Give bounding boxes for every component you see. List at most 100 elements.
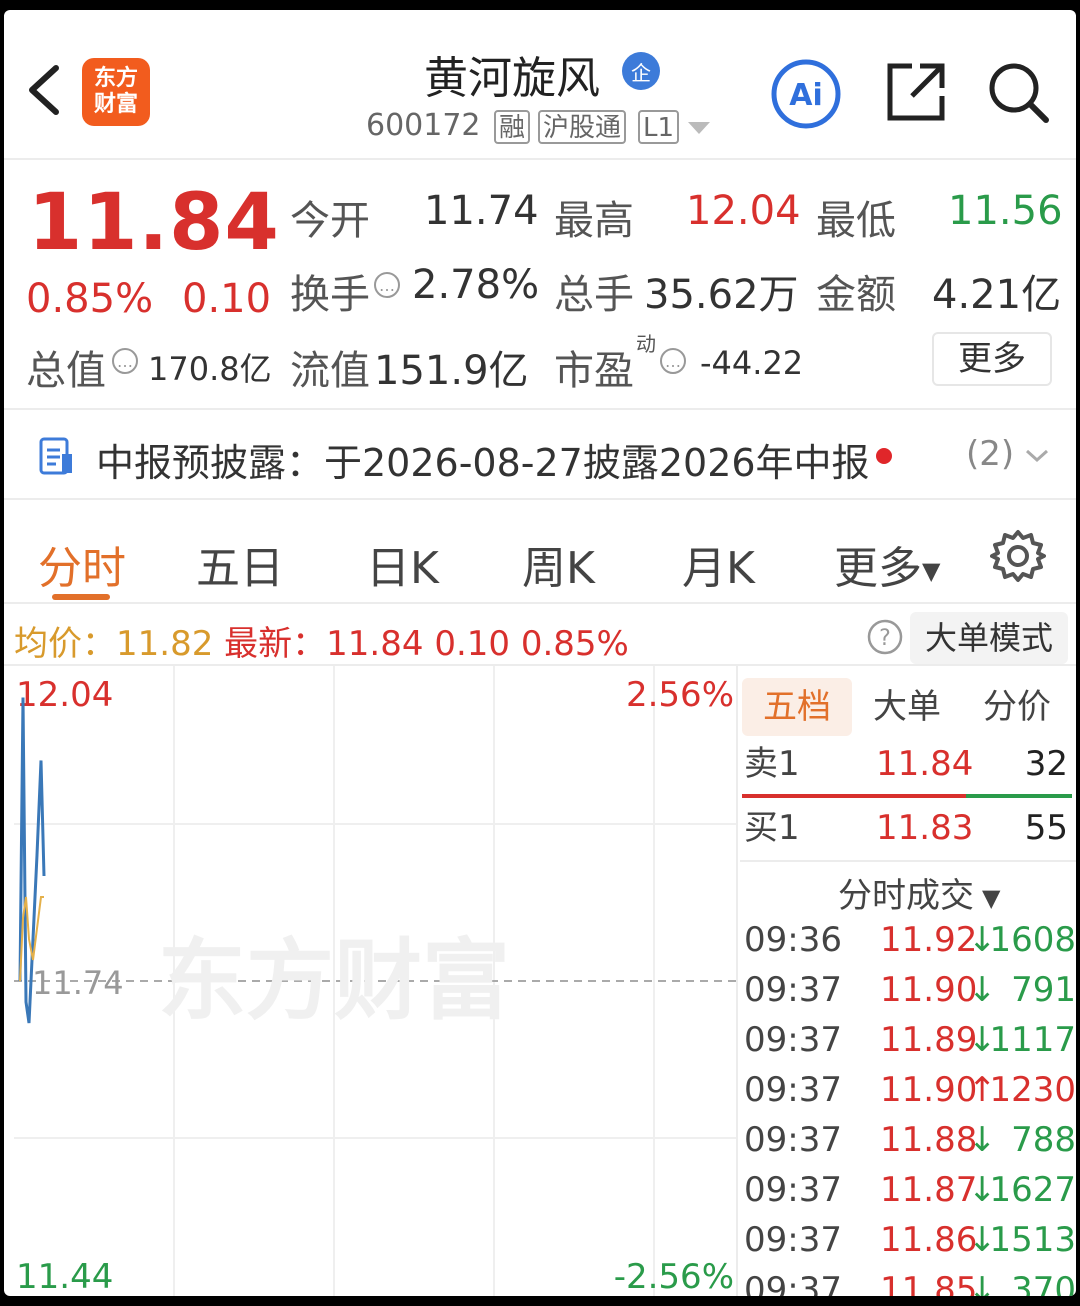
tab-monthly-k[interactable]: 月K <box>682 532 755 596</box>
sell-ratio-bar <box>742 794 967 798</box>
notice-divider <box>4 498 1076 500</box>
trade-time: 09:37 <box>744 1020 842 1060</box>
tabs-divider <box>4 602 1076 604</box>
notice-count[interactable]: (2) <box>966 434 1014 474</box>
intraday-info-row: 均价：11.82 最新：11.84 0.10 0.85% <box>14 616 629 665</box>
enterprise-badge: 企 <box>622 52 660 90</box>
trade-price: 11.92 <box>880 920 978 960</box>
avg-value: 11.82 <box>116 624 214 664</box>
margin-tag: 融 <box>494 110 531 144</box>
trade-time: 09:36 <box>744 920 842 960</box>
intraday-chart[interactable]: 东方财富 11.74 12.04 2.56% 11.44 -2.56% <box>14 666 736 1296</box>
volume-value: 35.62万 <box>644 272 799 318</box>
trade-row: 09:37 11.88 ↓ 788 <box>742 1116 1076 1164</box>
trade-volume: 791 <box>1011 970 1076 1010</box>
trade-time: 09:37 <box>744 1170 842 1210</box>
trade-price: 11.89 <box>880 1020 978 1060</box>
trade-time: 09:37 <box>744 1070 842 1110</box>
total-cap-info-icon[interactable]: … <box>112 348 138 374</box>
arrow-down-icon: ↓ <box>968 1270 997 1296</box>
sell1-price: 11.84 <box>876 744 974 784</box>
trade-price: 11.86 <box>880 1220 978 1260</box>
trade-volume: 788 <box>1011 1120 1076 1160</box>
pct-min-label: -2.56% <box>614 1257 734 1296</box>
share-icon[interactable] <box>884 60 948 124</box>
latest-value: 11.84 <box>326 624 424 664</box>
big-order-mode-button[interactable]: 大单模式 <box>910 612 1068 664</box>
pe-label: 市盈 <box>554 348 634 394</box>
quote-divider <box>4 408 1076 410</box>
float-cap-label: 流值 <box>290 348 370 394</box>
svg-text:Ai: Ai <box>789 78 823 113</box>
high-value: 12.04 <box>686 188 801 234</box>
sell1-row: 卖1 11.84 32 <box>742 736 1072 792</box>
arrow-down-icon: ↓ <box>968 970 997 1010</box>
gear-icon[interactable] <box>990 528 1046 584</box>
arrow-down-icon: ↓ <box>968 1120 997 1160</box>
tab-indicator <box>52 594 110 600</box>
logo-line2: 财富 <box>93 92 138 117</box>
trade-volume: 1608 <box>989 920 1076 960</box>
trade-volume: 1230 <box>989 1070 1076 1110</box>
trade-volume: 1627 <box>989 1170 1076 1210</box>
trade-volume: 1117 <box>989 1020 1076 1060</box>
more-quote-button[interactable]: 更多 <box>932 332 1052 386</box>
stock-detail-screen: 东方 财富 黄河旋风 企 600172 融 沪股通 L1 Ai 11.84 0.… <box>4 10 1076 1296</box>
caret-down-icon[interactable] <box>688 122 710 134</box>
trade-time: 09:37 <box>744 1220 842 1260</box>
buy1-label: 买1 <box>744 808 800 848</box>
y-min-label: 11.44 <box>16 1257 113 1296</box>
trade-time: 09:37 <box>744 1120 842 1160</box>
chevron-down-icon[interactable] <box>1024 446 1050 466</box>
current-price: 11.84 <box>28 178 280 268</box>
latest-label: 最新： <box>224 624 327 664</box>
info-change-pct: 0.85% <box>520 624 629 664</box>
tab-daily-k[interactable]: 日K <box>366 532 439 596</box>
unread-dot <box>876 448 892 464</box>
ref-price-label: 11.74 <box>32 964 124 1002</box>
trade-row: 09:37 11.86 ↓ 1513 <box>742 1216 1076 1264</box>
trade-volume: 370 <box>1011 1270 1076 1296</box>
app-logo[interactable]: 东方 财富 <box>82 58 150 126</box>
level-tag: L1 <box>638 110 680 144</box>
caret-down-icon: ▼ <box>982 883 1001 912</box>
tab-intraday[interactable]: 分时 <box>38 532 126 596</box>
low-value: 11.56 <box>948 188 1063 234</box>
help-icon[interactable]: ? <box>866 618 904 656</box>
tab-more[interactable]: 更多▼ <box>834 532 940 596</box>
low-label: 最低 <box>816 198 896 244</box>
intraday-trades-toggle[interactable]: 分时成交 ▼ <box>838 868 1000 917</box>
turnover-label: 换手 <box>290 272 370 318</box>
caret-down-icon: ▼ <box>922 557 941 585</box>
trade-row: 09:37 11.90 ↓ 791 <box>742 966 1076 1014</box>
tab-price-volume[interactable]: 分价 <box>972 678 1062 736</box>
trade-row: 09:37 11.89 ↓ 1117 <box>742 1016 1076 1064</box>
info-change: 0.10 <box>434 624 511 664</box>
search-icon[interactable] <box>986 60 1052 126</box>
pe-info-icon[interactable]: … <box>660 348 686 374</box>
buy1-row: 买1 11.83 55 <box>742 800 1072 856</box>
amount-label: 金额 <box>816 272 896 318</box>
trade-row: 09:36 11.92 ↓ 1608 <box>742 916 1076 964</box>
trade-price: 11.88 <box>880 1120 978 1160</box>
trade-price: 11.87 <box>880 1170 978 1210</box>
back-arrow-icon[interactable] <box>20 60 68 120</box>
trade-row: 09:37 11.90 ↑ 1230 <box>742 1066 1076 1114</box>
ai-assistant-icon[interactable]: Ai <box>770 58 842 130</box>
pct-max-label: 2.56% <box>626 675 734 715</box>
panel-divider <box>736 666 738 1296</box>
tab-weekly-k[interactable]: 周K <box>522 532 595 596</box>
avg-label: 均价： <box>14 624 116 664</box>
hk-connect-tag: 沪股通 <box>538 110 627 144</box>
amount-value: 4.21亿 <box>932 272 1062 318</box>
report-notice[interactable]: 中报预披露：于2026-08-27披露2026年中报 <box>96 432 870 487</box>
tab-five-levels[interactable]: 五档 <box>742 678 852 736</box>
trade-volume: 1513 <box>989 1220 1076 1260</box>
turnover-info-icon[interactable]: … <box>374 272 400 298</box>
tab-five-day[interactable]: 五日 <box>196 532 284 596</box>
stock-code: 600172 <box>366 108 481 143</box>
trade-time: 09:37 <box>744 970 842 1010</box>
tab-big-orders[interactable]: 大单 <box>862 678 952 736</box>
volume-label: 总手 <box>554 272 634 318</box>
y-max-label: 12.04 <box>16 675 113 715</box>
